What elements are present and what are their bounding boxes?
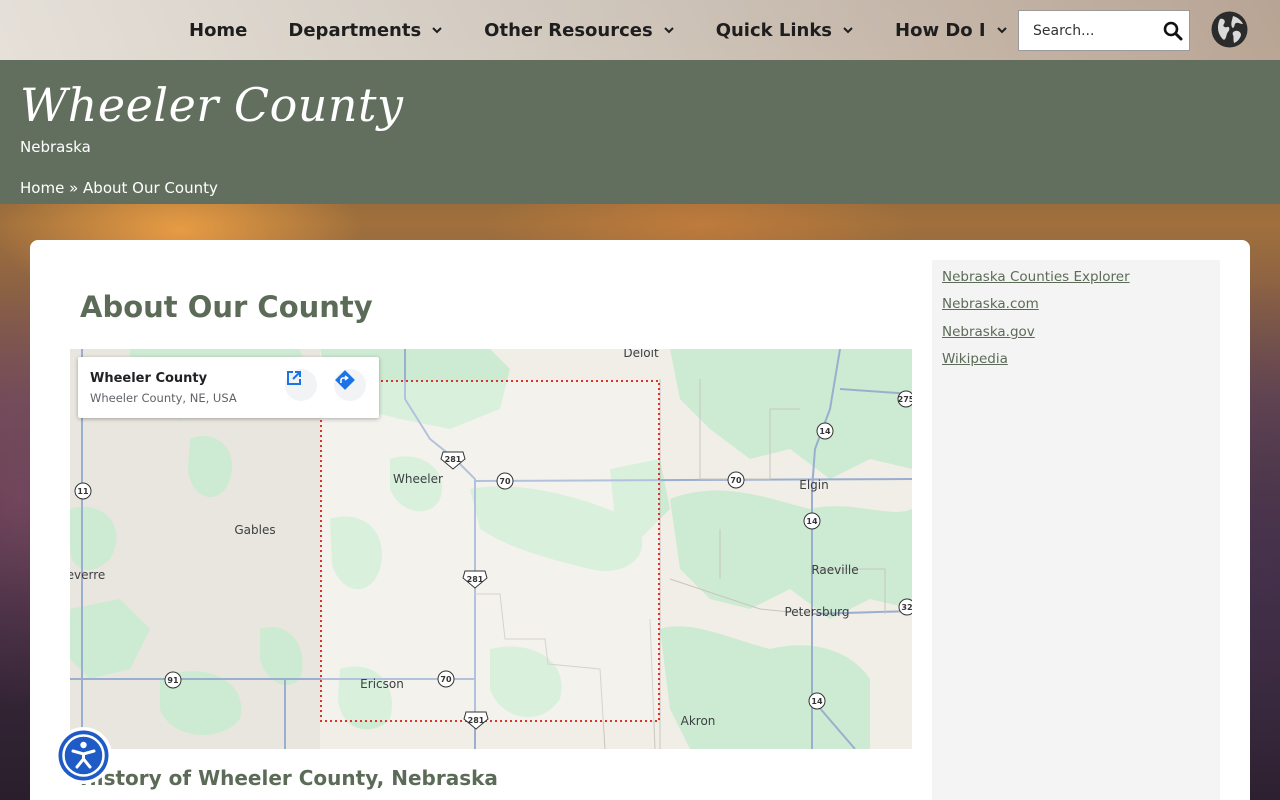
route-shield-label: 32 [901, 603, 912, 612]
nav-departments-label: Departments [288, 19, 422, 41]
route-shield-label: 14 [819, 427, 831, 436]
search-icon[interactable] [1163, 21, 1183, 41]
site-header: Wheeler County Nebraska Home » About Our… [0, 60, 1280, 204]
globe-icon[interactable] [1211, 11, 1248, 48]
map-label-everre: everre [70, 568, 105, 582]
chevron-down-icon [432, 27, 442, 34]
route-shield-label: 14 [806, 517, 818, 526]
main-nav: Home Departments Other Resources Quick L… [189, 0, 1049, 60]
route-shield-label: 281 [445, 455, 462, 464]
route-shield-label: 91 [167, 676, 179, 685]
nav-departments[interactable]: Departments [288, 0, 443, 60]
route-shield-label: 281 [467, 575, 484, 584]
search-input[interactable] [1019, 11, 1149, 50]
map-label-wheeler: Wheeler [393, 472, 443, 486]
route-shield: 11 [74, 482, 92, 500]
route-shield-label: 275 [898, 395, 912, 404]
nav-quick-links-label: Quick Links [715, 19, 833, 41]
route-shield-label: 70 [730, 476, 742, 485]
directions-button[interactable] [334, 369, 366, 401]
nav-other-resources[interactable]: Other Resources [484, 0, 675, 60]
route-shield-label: 70 [440, 675, 452, 684]
map-label-raeville: Raeville [811, 563, 858, 577]
chevron-down-icon [663, 27, 674, 34]
map-label-deloit: Deloit [623, 349, 659, 360]
embedded-map[interactable]: Deloit Wheeler Elgin Gables everre Raevi… [70, 349, 912, 749]
route-shield: 14 [816, 422, 834, 440]
accessibility-icon [58, 730, 109, 781]
open-in-new-icon [287, 371, 301, 385]
route-shield-label: 14 [811, 697, 823, 706]
sidebar-links: Nebraska Counties Explorer Nebraska.com … [932, 260, 1220, 800]
sidebar-link-nebraska-gov[interactable]: Nebraska.gov [942, 324, 1035, 340]
route-shield: 32 [898, 598, 912, 616]
route-shield: 14 [803, 512, 821, 530]
section-heading-history: History of Wheeler County, Nebraska [80, 766, 498, 790]
breadcrumb: Home » About Our County [20, 179, 218, 197]
nav-how-do-i-label: How Do I [895, 19, 986, 41]
nav-home-label: Home [189, 19, 248, 41]
chevron-down-icon [996, 27, 1007, 34]
sidebar-link-nebraska-com[interactable]: Nebraska.com [942, 296, 1039, 312]
map-label-ericson: Ericson [360, 677, 404, 691]
sidebar-link-nebraska-counties-explorer[interactable]: Nebraska Counties Explorer [942, 269, 1130, 285]
route-shield: 70 [727, 471, 745, 489]
breadcrumb-home-link[interactable]: Home [20, 179, 64, 197]
map-place-name: Wheeler County [90, 371, 208, 386]
map-place-address: Wheeler County, NE, USA [90, 391, 237, 405]
route-shield-label: 70 [499, 477, 511, 486]
search-box [1018, 10, 1190, 51]
page-title: About Our County [80, 290, 373, 324]
map-label-elgin: Elgin [799, 478, 828, 492]
route-shield: 14 [808, 692, 826, 710]
route-shield-label: 11 [77, 487, 89, 496]
open-in-maps-button[interactable] [285, 369, 317, 401]
nav-home[interactable]: Home [189, 0, 247, 60]
site-subtitle: Nebraska [20, 138, 91, 156]
content-card: About Our County Deloit Wheeler Elgin Ga… [30, 240, 1250, 800]
sidebar-link-wikipedia[interactable]: Wikipedia [942, 351, 1008, 367]
route-shield-label: 281 [468, 716, 485, 725]
map-label-akron: Akron [681, 714, 716, 728]
chevron-down-icon [843, 27, 853, 34]
nav-other-resources-label: Other Resources [484, 19, 653, 41]
directions-icon [335, 370, 355, 390]
route-shield: 70 [496, 472, 514, 490]
breadcrumb-current: About Our County [83, 179, 218, 197]
nav-how-do-i[interactable]: How Do I [895, 0, 1008, 60]
accessibility-button[interactable] [55, 727, 112, 784]
map-place-card: Wheeler County Wheeler County, NE, USA [78, 357, 379, 418]
breadcrumb-separator: » [69, 179, 79, 197]
nav-quick-links[interactable]: Quick Links [716, 0, 854, 60]
route-shield: 91 [164, 671, 182, 689]
map-label-gables: Gables [234, 523, 275, 537]
map-label-petersburg: Petersburg [784, 605, 849, 619]
site-title: Wheeler County [20, 78, 404, 132]
top-navigation-bar: Home Departments Other Resources Quick L… [0, 0, 1280, 60]
route-shield: 275 [897, 390, 912, 408]
route-shield: 70 [437, 670, 455, 688]
